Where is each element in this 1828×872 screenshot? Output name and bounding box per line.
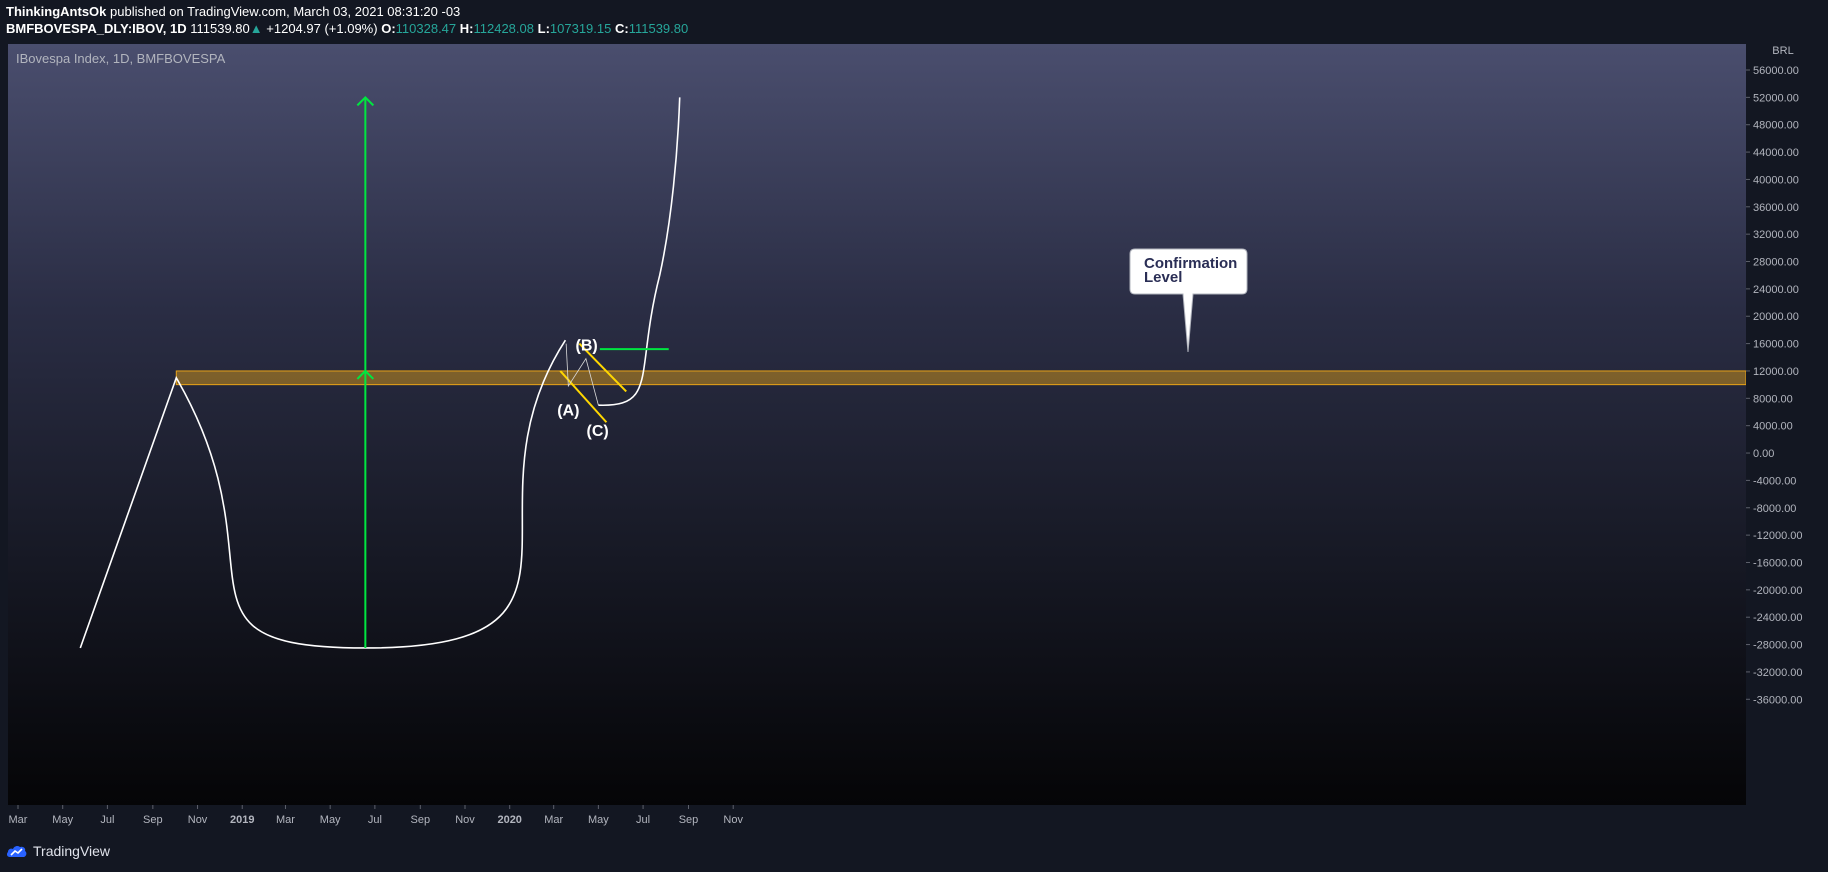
last-price: 111539.80	[190, 21, 250, 36]
price-scale[interactable]: BRL 56000.00 52000.00 48000.00 44000.00 40000…	[1746, 44, 1828, 805]
callout-text: Level	[1144, 269, 1182, 286]
chart-symbol-label: IBovespa Index, 1D, BMFBOVESPA	[16, 51, 226, 66]
y-tick-label: 52000.00	[1753, 92, 1799, 104]
footer: TradingView	[0, 833, 1828, 872]
time-scale[interactable]: Mar May Jul Sep Nov 2019 Mar May Jul Sep Nov 2020 Ma…	[8, 805, 1746, 833]
y-tick-label: 0.00	[1753, 448, 1774, 460]
y-tick-label: -24000.00	[1753, 612, 1803, 624]
y-tick-label: 16000.00	[1753, 339, 1799, 351]
x-tick-label: 2020	[497, 814, 521, 826]
high-value: 112428.08	[473, 21, 535, 36]
symbol-name: BMFBOVESPA_DLY:IBOV, 1D	[6, 21, 187, 36]
x-tick-label: Mar	[276, 814, 295, 826]
tradingview-brand: TradingView	[33, 843, 111, 859]
wave-label: (B)	[576, 337, 598, 354]
y-tick-label: -16000.00	[1753, 557, 1803, 569]
breakout-path	[598, 97, 681, 406]
x-tick-label: Nov	[188, 814, 208, 826]
x-tick-label: Nov	[723, 814, 743, 826]
high-label: H:	[459, 21, 474, 36]
y-tick-label: 36000.00	[1753, 202, 1799, 214]
x-tick-label: Mar	[9, 814, 28, 826]
y-tick-label: 44000.00	[1753, 147, 1799, 159]
wave-label: (A)	[557, 402, 579, 419]
x-tick-label: Mar	[544, 814, 563, 826]
publish-info: ThinkingAntsOk published on TradingView.…	[6, 4, 460, 19]
x-tick-label: May	[320, 814, 341, 826]
x-tick-label: May	[588, 814, 609, 826]
chart-pane[interactable]: IBovespa Index, 1D, BMFBOVESPA (A) (B) (C)…	[8, 44, 1746, 805]
time-axis: Mar May Jul Sep Nov 2019 Mar May Jul Sep Nov 2020 Ma…	[9, 805, 743, 826]
low-label: L:	[537, 21, 550, 36]
published-text: published on TradingView.com, March 03, …	[110, 4, 461, 19]
y-tick-label: -4000.00	[1753, 475, 1796, 487]
wave-label: (C)	[587, 423, 609, 440]
y-tick-label: -8000.00	[1753, 503, 1796, 515]
y-tick-label: 56000.00	[1753, 65, 1799, 77]
y-tick-label: 8000.00	[1753, 393, 1793, 405]
y-tick-label: -28000.00	[1753, 640, 1803, 652]
symbol-info: BMFBOVESPA_DLY:IBOV, 1D 111539.80▲ +1204…	[6, 21, 688, 36]
currency-label: BRL	[1772, 45, 1793, 57]
y-tick-label: 4000.00	[1753, 421, 1793, 433]
tradingview-cloud-icon	[6, 845, 27, 857]
chart-drawing[interactable]: (A)(B)(C)ConfirmationLevel	[8, 44, 1746, 805]
y-tick-label: -32000.00	[1753, 667, 1803, 679]
x-tick-label: Jul	[100, 814, 114, 826]
y-tick-label: 24000.00	[1753, 284, 1799, 296]
y-tick-label: -12000.00	[1753, 530, 1803, 542]
open-value: 110328.47	[395, 21, 457, 36]
x-tick-label: Sep	[679, 814, 699, 826]
x-tick-label: 2019	[230, 814, 254, 826]
y-tick-label: 32000.00	[1753, 229, 1799, 241]
open-label: O:	[381, 21, 396, 36]
price-axis: BRL 56000.00 52000.00 48000.00 44000.00 40000…	[1746, 45, 1803, 706]
y-tick-label: 20000.00	[1753, 311, 1799, 323]
price-change: +1204.97 (+1.09%)	[266, 21, 378, 36]
x-tick-label: Sep	[411, 814, 431, 826]
publish-header: ThinkingAntsOk published on TradingView.…	[0, 0, 1828, 44]
y-tick-label: 28000.00	[1753, 257, 1799, 269]
resistance-zone	[175, 370, 1746, 386]
y-tick-label: 40000.00	[1753, 174, 1799, 186]
close-label: C:	[614, 21, 629, 36]
x-tick-label: Sep	[143, 814, 163, 826]
close-value: 111539.80	[628, 21, 689, 36]
x-tick-label: May	[52, 814, 73, 826]
price-path	[79, 339, 567, 649]
x-tick-label: Jul	[636, 814, 650, 826]
y-tick-label: -20000.00	[1753, 585, 1803, 597]
y-tick-label: 12000.00	[1753, 366, 1799, 378]
x-tick-label: Jul	[368, 814, 382, 826]
y-tick-label: 48000.00	[1753, 120, 1799, 132]
author-name[interactable]: ThinkingAntsOk	[6, 4, 106, 19]
y-tick-label: -36000.00	[1753, 694, 1803, 706]
up-arrow-icon: ▲	[249, 21, 263, 36]
tradingview-logo[interactable]: TradingView	[6, 843, 110, 859]
low-value: 107319.15	[549, 21, 612, 36]
x-tick-label: Nov	[455, 814, 475, 826]
